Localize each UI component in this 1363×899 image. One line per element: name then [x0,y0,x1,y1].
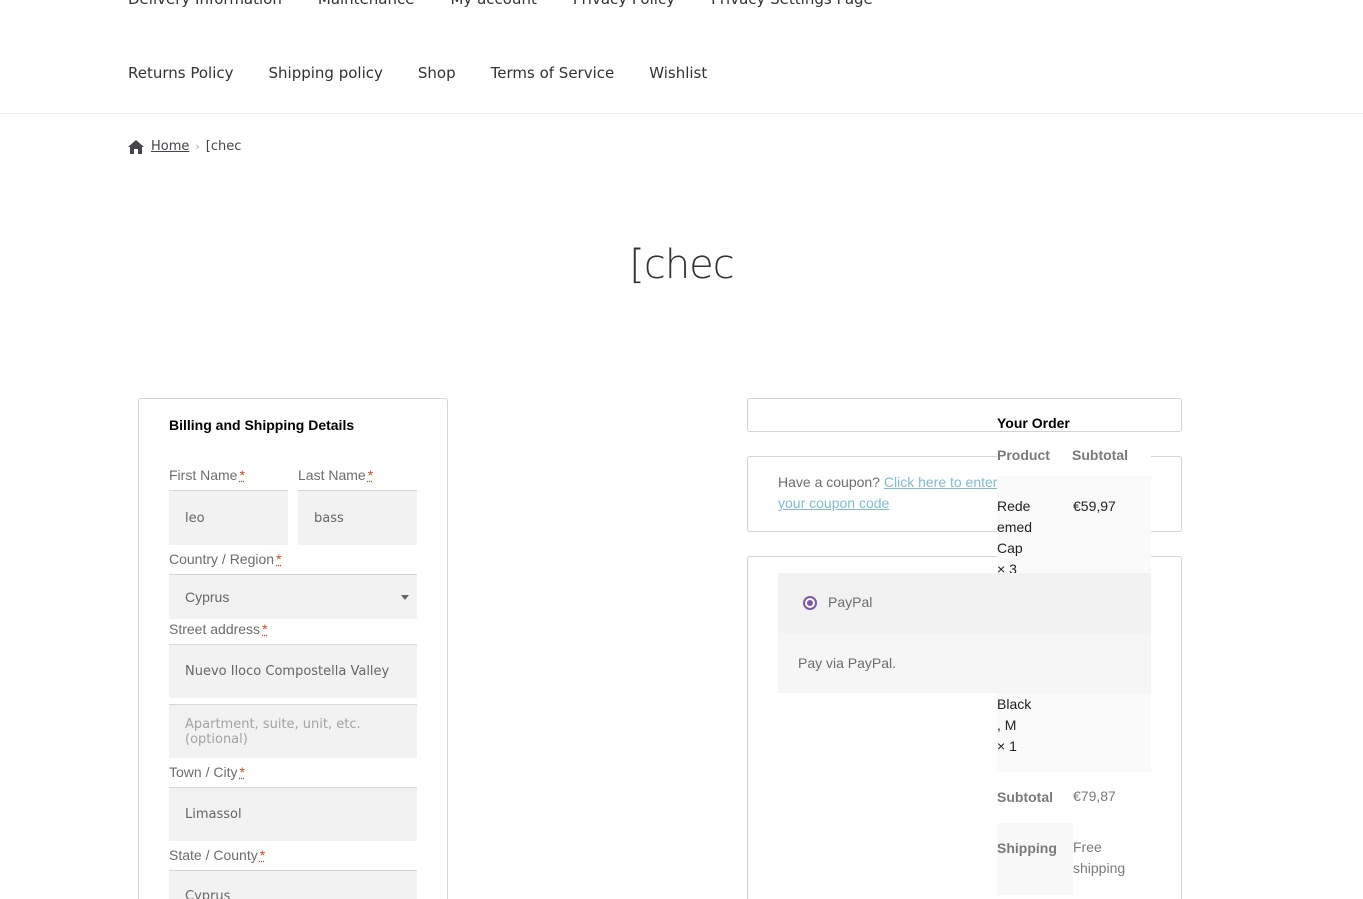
order-item-1: Rede emed Cap × 3 [997,496,1032,580]
nav-link-shipping[interactable]: Shipping policy [269,64,383,82]
city-field[interactable]: Limassol [169,787,417,841]
first-name-field[interactable]: leo [169,490,288,545]
order-shipping-value: Free shipping [1073,837,1125,879]
payment-methods: PayPal Pay via PayPal. [778,573,1151,693]
shipping-value-line: Free [1073,839,1102,855]
nav-link-delivery[interactable]: Delivery Information [128,0,282,8]
country-label: Country / Region * [169,551,282,567]
checkout-notice-box [747,398,1182,432]
last-name-field[interactable]: bass [298,490,417,545]
nav-link-privacy-policy[interactable]: Privacy Policy [573,0,675,8]
apartment-field[interactable]: Apartment, suite, unit, etc. (optional) [169,704,417,758]
order-item-1-price: €59,97 [1073,498,1116,514]
order-subtotal-value: €79,87 [1073,788,1116,804]
street-address-field[interactable]: Nuevo Iloco Compostella Valley [169,644,417,698]
order-item-1-line: Cap [997,540,1023,556]
paypal-label[interactable]: PayPal [828,594,872,610]
country-select[interactable]: Cyprus [169,574,417,619]
order-title: Your Order [997,415,1070,431]
nav-bottom-row: Returns Policy Shipping policy Shop Term… [128,64,742,82]
order-col-product: Product [997,447,1050,463]
last-name-label: Last Name * [298,467,374,483]
nav-link-maintenance[interactable]: Maintenance [318,0,415,8]
nav-link-terms[interactable]: Terms of Service [491,64,615,82]
city-label: Town / City * [169,764,245,780]
country-select-value: Cyprus [185,589,230,605]
billing-heading: Billing and Shipping Details [169,417,355,433]
page-title: [chec [629,242,735,288]
street-label: Street address * [169,621,268,637]
paypal-option[interactable]: PayPal [778,573,1151,633]
nav-link-my-account[interactable]: My account [450,0,536,8]
paypal-radio[interactable] [803,596,817,610]
order-item-2: Black , M × 1 [997,694,1031,757]
order-item-2-qty: × 1 [997,738,1017,754]
breadcrumb-home-link[interactable]: Home [151,139,189,154]
breadcrumb-separator-icon: › [195,140,200,153]
state-label: State / County * [169,847,266,863]
billing-panel: Billing and Shipping Details First Name *… [138,398,448,899]
breadcrumb: Home › [chec [128,139,241,154]
order-shipping-label: Shipping [997,840,1057,856]
nav-link-shop[interactable]: Shop [418,64,456,82]
order-subtotal-label: Subtotal [997,789,1053,805]
state-field[interactable]: Cyprus [169,870,417,899]
header-divider [0,113,1363,114]
nav-link-privacy-settings[interactable]: Privacy Settings Page [711,0,873,8]
shipping-label-bg [997,823,1073,895]
paypal-description: Pay via PayPal. [798,655,897,671]
order-item-2-line: , M [997,717,1017,733]
home-icon [128,139,144,154]
nav-top-row: Delivery Information Maintenance My acco… [128,0,909,8]
order-item-2-line: Black [997,696,1032,712]
order-item-1-line: emed [997,519,1033,535]
breadcrumb-current: [chec [205,139,242,154]
first-name-label: First Name * [169,467,245,483]
order-col-subtotal: Subtotal [1072,447,1128,463]
nav-link-returns[interactable]: Returns Policy [128,64,234,82]
coupon-prefix: Have a coupon? [778,474,880,490]
nav-link-wishlist[interactable]: Wishlist [649,64,707,82]
shipping-value-line: shipping [1073,860,1126,876]
coupon-notice: Have a coupon? Click here to enter your … [778,472,998,514]
chevron-down-icon [401,595,409,600]
order-item-1-line: Rede [997,498,1031,514]
